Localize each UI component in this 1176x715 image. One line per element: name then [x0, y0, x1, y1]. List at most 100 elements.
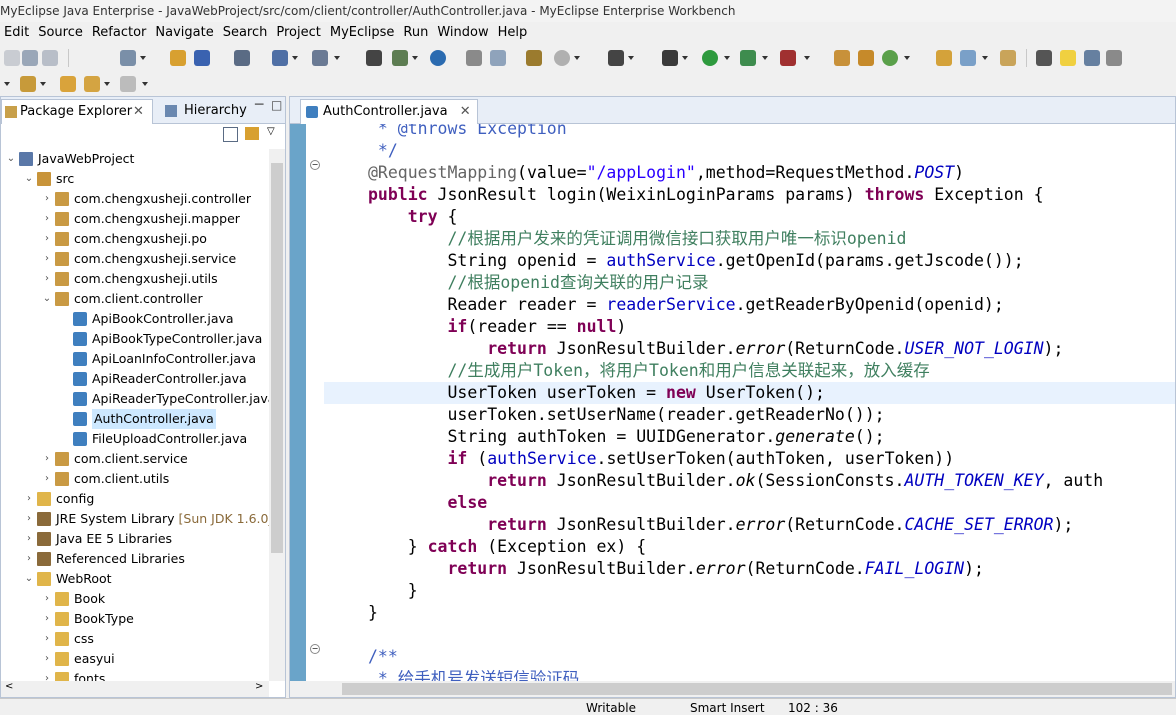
tree-item[interactable]: ⌄ WebRoot	[1, 569, 269, 589]
tree-horizontal-scrollbar[interactable]: < >	[1, 681, 269, 697]
tree-item[interactable]: › com.chengxusheji.po	[1, 229, 269, 249]
menu-refactor[interactable]: Refactor	[88, 22, 152, 44]
open-folder-icon[interactable]	[936, 50, 952, 66]
chevron-right-icon[interactable]: ›	[41, 209, 53, 229]
menu-run[interactable]: Run	[399, 22, 433, 44]
new-package-icon[interactable]	[858, 50, 874, 66]
tree-item[interactable]: › Referenced Libraries	[1, 549, 269, 569]
code-line[interactable]: userToken.setUserName(reader.getReaderNo…	[324, 404, 1175, 426]
debug-server-icon[interactable]	[272, 50, 288, 66]
bug-icon[interactable]	[662, 50, 678, 66]
tree-item[interactable]: › JRE System Library[Sun JDK 1.6.0_1	[1, 509, 269, 529]
fold-icon[interactable]: −	[310, 160, 320, 170]
tree-item[interactable]: › easyui	[1, 649, 269, 669]
tree-item[interactable]: › com.chengxusheji.mapper	[1, 209, 269, 229]
save-icon[interactable]	[22, 50, 38, 66]
tree-item[interactable]: ApiLoanInfoController.java	[1, 349, 269, 369]
code-line[interactable]: else	[324, 492, 1175, 514]
menu-myeclipse[interactable]: MyEclipse	[326, 22, 400, 44]
code-line[interactable]: * 给手机号发送短信验证码	[324, 668, 1175, 681]
tab-authcontroller[interactable]: AuthController.java ✕	[300, 99, 478, 124]
tree-item[interactable]: › com.client.utils	[1, 469, 269, 489]
code-line[interactable]: String authToken = UUIDGenerator.generat…	[324, 426, 1175, 448]
chevron-right-icon[interactable]: ›	[23, 529, 35, 549]
tree-item[interactable]: ApiBookTypeController.java	[1, 329, 269, 349]
external-run-icon[interactable]	[780, 50, 796, 66]
menu-edit[interactable]: Edit	[0, 22, 34, 44]
camera-icon[interactable]	[608, 50, 624, 66]
deploy-icon[interactable]	[194, 50, 210, 66]
code-line[interactable]: if(reader == null)	[324, 316, 1175, 338]
code-line[interactable]: /**	[324, 646, 1175, 668]
chevron-down-icon[interactable]: ⌄	[41, 289, 53, 309]
package-icon[interactable]	[170, 50, 186, 66]
open-task-icon[interactable]	[1000, 50, 1016, 66]
view-menu-icon[interactable]: ▽	[267, 126, 275, 137]
code-line[interactable]: @RequestMapping(value="/appLogin",method…	[324, 162, 1175, 184]
chevron-right-icon[interactable]: ›	[41, 469, 53, 489]
new-java-project-icon[interactable]	[834, 50, 850, 66]
highlight-icon[interactable]	[1060, 50, 1076, 66]
tree-item[interactable]: › Java EE 5 Libraries	[1, 529, 269, 549]
chevron-right-icon[interactable]: ›	[23, 509, 35, 529]
chevron-right-icon[interactable]: ›	[41, 249, 53, 269]
code-line[interactable]: public JsonResult login(WeixinLoginParam…	[324, 184, 1175, 206]
menu-navigate[interactable]: Navigate	[151, 22, 218, 44]
code-line[interactable]: //根据openid查询关联的用户记录	[324, 272, 1175, 294]
block-select-icon[interactable]	[1084, 50, 1100, 66]
code-line[interactable]: //生成用户Token，将用户Token和用户信息关联起来，放入缓存	[324, 360, 1175, 382]
minimize-icon[interactable]: ─	[255, 97, 263, 113]
menu-search[interactable]: Search	[219, 22, 273, 44]
hierarchy-icon[interactable]	[366, 50, 382, 66]
code-line[interactable]: }	[324, 602, 1175, 624]
tree-item[interactable]: ⌄ JavaWebProject	[1, 149, 269, 169]
new-wizard-icon[interactable]	[120, 50, 136, 66]
tree-item[interactable]: ApiReaderTypeController.java	[1, 389, 269, 409]
editor-horizontal-scrollbar[interactable]	[290, 681, 1175, 697]
forward-icon[interactable]	[120, 76, 136, 92]
scroll-thumb[interactable]	[342, 683, 1172, 695]
tree-item[interactable]: › css	[1, 629, 269, 649]
chevron-right-icon[interactable]: ›	[41, 189, 53, 209]
chevron-right-icon[interactable]: ›	[41, 229, 53, 249]
tree-item[interactable]: › BookType	[1, 609, 269, 629]
code-line[interactable]: return JsonResultBuilder.error(ReturnCod…	[324, 514, 1175, 536]
code-line[interactable]: * @throws Exception	[324, 124, 1175, 140]
collapse-all-icon[interactable]	[223, 127, 238, 142]
chevron-right-icon[interactable]: ›	[41, 649, 53, 669]
tree-item[interactable]: › com.chengxusheji.service	[1, 249, 269, 269]
tree-item[interactable]: › com.client.service	[1, 449, 269, 469]
chevron-right-icon[interactable]: ›	[41, 629, 53, 649]
menu-project[interactable]: Project	[272, 22, 325, 44]
code-area[interactable]: * @throws Exception */@RequestMapping(va…	[324, 124, 1175, 681]
tab-hierarchy[interactable]: Hierarchy	[157, 99, 247, 123]
fold-icon[interactable]: −	[310, 644, 320, 654]
code-line[interactable]: if (authService.setUserToken(authToken, …	[324, 448, 1175, 470]
code-line[interactable]: } catch (Exception ex) {	[324, 536, 1175, 558]
globe-icon[interactable]	[554, 50, 570, 66]
browser-icon[interactable]	[430, 50, 446, 66]
show-whitespace-icon[interactable]	[1106, 50, 1122, 66]
chevron-right-icon[interactable]: ›	[41, 589, 53, 609]
chevron-down-icon[interactable]: ⌄	[23, 169, 35, 189]
scroll-thumb[interactable]	[271, 163, 283, 553]
chevron-right-icon[interactable]: ›	[23, 489, 35, 509]
tab-package-explorer[interactable]: Package Explorer ✕	[1, 99, 153, 124]
tree-item[interactable]: ⌄ src	[1, 169, 269, 189]
maximize-icon[interactable]: □	[271, 98, 282, 112]
code-line[interactable]	[324, 624, 1175, 646]
menu-source[interactable]: Source	[34, 22, 88, 44]
code-line[interactable]: try {	[324, 206, 1175, 228]
tree-item[interactable]: ApiReaderController.java	[1, 369, 269, 389]
tree-item[interactable]: › Book	[1, 589, 269, 609]
tree-item[interactable]: › com.chengxusheji.utils	[1, 269, 269, 289]
tree-item[interactable]: FileUploadController.java	[1, 429, 269, 449]
search-tool-icon[interactable]	[960, 50, 976, 66]
chevron-down-icon[interactable]: ⌄	[5, 149, 17, 169]
tree-item[interactable]: › fonts	[1, 669, 269, 681]
server-icon[interactable]	[234, 50, 250, 66]
scroll-left-icon[interactable]: <	[5, 681, 13, 692]
back-icon[interactable]	[84, 76, 100, 92]
chevron-right-icon[interactable]: ›	[23, 549, 35, 569]
tree-item[interactable]: › config	[1, 489, 269, 509]
